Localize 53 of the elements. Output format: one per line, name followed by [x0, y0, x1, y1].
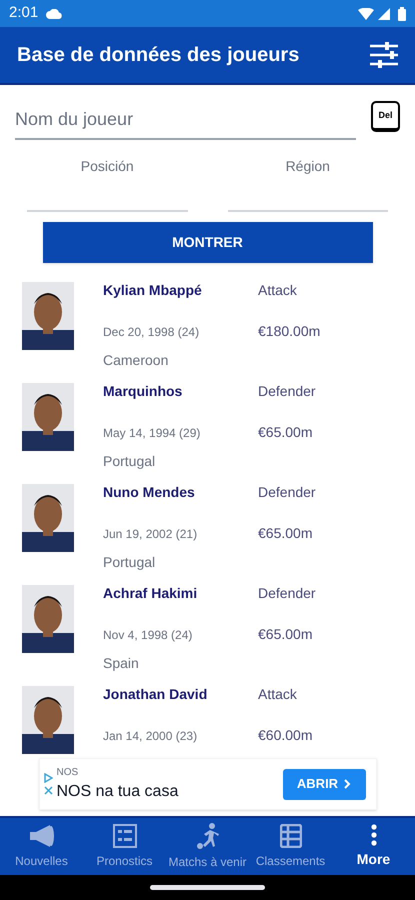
filter-label: Région [284, 157, 331, 176]
status-time: 2:01 [9, 3, 38, 24]
market-value: €65.00m [258, 524, 314, 543]
player-name[interactable]: Marquinhos [103, 381, 258, 424]
app-title: Base de données des joueurs [17, 43, 300, 68]
market-value: €180.00m [258, 322, 320, 341]
open-button[interactable]: ABRIR [282, 768, 366, 800]
wifi-icon [358, 8, 374, 20]
cloud-icon [46, 8, 62, 18]
nav-tab[interactable]: Nouvelles [0, 818, 83, 875]
ad-choices-icon[interactable] [44, 773, 52, 783]
birth-date: Dec 20, 1998 (24) [103, 324, 200, 341]
signal-icon [378, 8, 390, 20]
nav-tab[interactable]: Pronostics [83, 818, 166, 875]
show-button[interactable]: MONTRER [42, 222, 372, 263]
nav-tab[interactable]: Matchs à venir [166, 818, 249, 875]
birth-date: Nov 4, 1998 (24) [103, 627, 194, 644]
close-icon[interactable] [44, 786, 52, 795]
player-country: Portugal [103, 553, 156, 572]
table-icon [280, 824, 302, 848]
player-name[interactable]: Jonathan David [103, 684, 258, 727]
nav-tab[interactable]: Classements [249, 818, 332, 875]
player-name[interactable]: Achraf Hakimi [103, 583, 258, 626]
ad-banner[interactable]: NOS NOS na tua casa ABRIR [38, 758, 376, 810]
player-name[interactable]: Nuno Mendes [103, 482, 258, 525]
player-country: Spain [103, 654, 140, 673]
birth-date: Jan 14, 2000 (23) [103, 728, 198, 745]
list-icon [112, 824, 136, 848]
filter-icon[interactable] [370, 42, 398, 68]
filter-label: Posición [80, 157, 135, 176]
more-icon [370, 824, 376, 846]
player-position: Defender [258, 584, 316, 603]
player-name[interactable]: Kylian Mbappé [103, 280, 258, 323]
delete-key-button[interactable]: Del [371, 101, 400, 132]
birth-date: May 14, 1994 (29) [103, 425, 202, 442]
chevron-icon [344, 779, 352, 789]
ad-headline: NOS na tua casa [56, 782, 180, 802]
market-value: €65.00m [258, 423, 314, 442]
player-country: Portugal [103, 452, 156, 471]
player-position: Defender [258, 382, 316, 401]
megaphone-icon [28, 824, 56, 848]
player-position: Attack [258, 281, 298, 300]
player-position: Attack [258, 685, 298, 704]
advertiser-name: NOS [56, 766, 80, 780]
player-country: Cameroon [103, 351, 170, 370]
player-name-field[interactable]: Nom du joueur [15, 100, 356, 140]
player-kicking-ball-icon [196, 822, 218, 848]
player-position: Defender [258, 483, 316, 502]
battery-icon [398, 6, 406, 20]
market-value: €60.00m [258, 726, 312, 745]
nav-tab[interactable]: More [332, 818, 415, 875]
birth-date: Jun 19, 2002 (21) [103, 526, 198, 543]
market-value: €65.00m [258, 625, 314, 644]
